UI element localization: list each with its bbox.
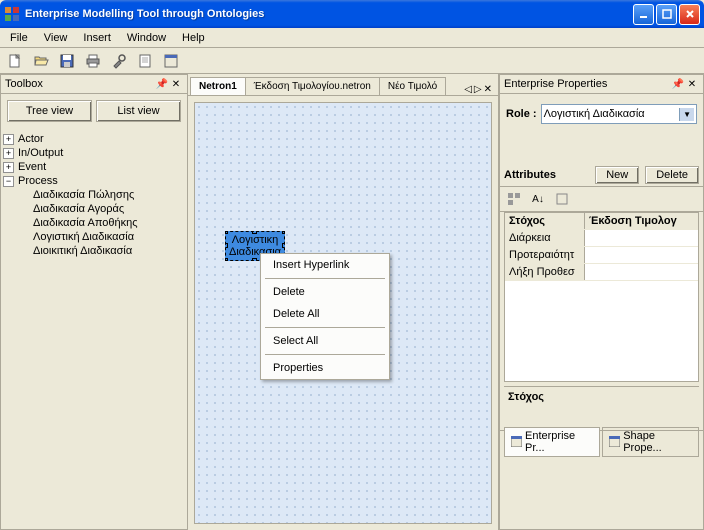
tree-node-actor[interactable]: +Actor xyxy=(3,132,185,146)
tree-child[interactable]: Λογιστική Διαδικασία xyxy=(21,230,185,244)
tab-invoice[interactable]: Έκδοση Τιμολογίου.netron xyxy=(245,77,380,95)
resize-handle[interactable] xyxy=(225,243,228,248)
document-tabs: Netron1 Έκδοση Τιμολογίου.netron Νέο Τιμ… xyxy=(188,74,498,96)
properties-title: Enterprise Properties xyxy=(504,78,671,90)
canvas-area: Netron1 Έκδοση Τιμολογίου.netron Νέο Τιμ… xyxy=(187,74,499,530)
menu-help[interactable]: Help xyxy=(174,30,213,46)
window-controls xyxy=(633,4,700,25)
tab-netron1[interactable]: Netron1 xyxy=(190,77,246,95)
resize-handle[interactable] xyxy=(282,231,285,234)
role-label: Role : xyxy=(506,108,537,120)
ctx-delete[interactable]: Delete xyxy=(261,281,389,303)
menu-view[interactable]: View xyxy=(36,30,76,46)
tab-shape-properties[interactable]: Shape Prope... xyxy=(602,427,699,457)
property-grid[interactable]: Στόχος Έκδοση Τιμολογ Διάρκεια Προτεραιό… xyxy=(504,212,699,382)
page-icon[interactable] xyxy=(134,50,156,72)
ctx-insert-hyperlink[interactable]: Insert Hyperlink xyxy=(261,254,389,276)
titlebar: Enterprise Modelling Tool through Ontolo… xyxy=(0,0,704,28)
tree-node-event[interactable]: +Event xyxy=(3,160,185,174)
toolbox-title: Toolbox xyxy=(5,78,155,90)
tab-close-icon[interactable]: ✕ xyxy=(484,84,492,95)
delete-button[interactable]: Delete xyxy=(645,166,699,184)
grid-blank xyxy=(505,281,698,381)
expander-icon[interactable]: + xyxy=(3,148,14,159)
properties-header: Enterprise Properties 📌 ✕ xyxy=(500,75,703,94)
tab-next-icon[interactable]: ▷ xyxy=(474,84,482,95)
alphabetical-icon[interactable]: A↓ xyxy=(528,190,548,208)
close-panel-icon[interactable]: ✕ xyxy=(685,77,699,91)
tree-node-process[interactable]: −Process xyxy=(3,174,185,188)
expander-icon[interactable]: + xyxy=(3,134,14,145)
expander-icon[interactable]: + xyxy=(3,162,14,173)
ctx-delete-all[interactable]: Delete All xyxy=(261,303,389,325)
tab-icon xyxy=(511,436,522,447)
prop-name[interactable]: Προτεραιότητ xyxy=(505,247,585,263)
tree-child[interactable]: Διαδικασία Αποθήκης xyxy=(21,216,185,230)
tree-child[interactable]: Διοικιτική Διαδικασία xyxy=(21,244,185,258)
properties-icon[interactable] xyxy=(552,190,572,208)
window-title: Enterprise Modelling Tool through Ontolo… xyxy=(25,8,633,20)
resize-handle[interactable] xyxy=(225,231,228,234)
prop-value[interactable] xyxy=(585,247,698,263)
tab-prev-icon[interactable]: ◁ xyxy=(464,84,472,95)
pin-icon[interactable]: 📌 xyxy=(671,77,685,91)
tree-view-button[interactable]: Tree view xyxy=(7,100,92,122)
ctx-select-all[interactable]: Select All xyxy=(261,330,389,352)
categorized-icon[interactable] xyxy=(504,190,524,208)
expander-icon[interactable]: − xyxy=(3,176,14,187)
tree-node-inoutput[interactable]: +In/Output xyxy=(3,146,185,160)
grid-header-left: Στόχος xyxy=(505,213,585,229)
new-file-icon[interactable] xyxy=(4,50,26,72)
pin-icon[interactable]: 📌 xyxy=(155,77,169,91)
save-icon[interactable] xyxy=(56,50,78,72)
print-icon[interactable] xyxy=(82,50,104,72)
minimize-button[interactable] xyxy=(633,4,654,25)
prop-value[interactable] xyxy=(585,264,698,280)
role-select[interactable]: Λογιστική Διαδικασία xyxy=(541,104,697,124)
open-file-icon[interactable] xyxy=(30,50,52,72)
close-panel-icon[interactable]: ✕ xyxy=(169,77,183,91)
menubar: File View Insert Window Help xyxy=(0,28,704,48)
tab-enterprise-properties[interactable]: Enterprise Pr... xyxy=(504,427,600,457)
toolbar xyxy=(0,48,704,74)
new-button[interactable]: New xyxy=(595,166,639,184)
tab-icon xyxy=(609,436,620,447)
tree-child[interactable]: Διαδικασία Αγοράς xyxy=(21,202,185,216)
tools-icon[interactable] xyxy=(108,50,130,72)
menu-separator xyxy=(265,327,385,328)
toolbox-header: Toolbox 📌 ✕ xyxy=(1,75,187,94)
tab-new[interactable]: Νέο Τιμολό xyxy=(379,77,446,95)
toolbox-tree: +Actor +In/Output +Event −Process Διαδικ… xyxy=(1,128,187,529)
resize-handle[interactable] xyxy=(225,258,228,261)
menu-file[interactable]: File xyxy=(2,30,36,46)
prop-name[interactable]: Διάρκεια xyxy=(505,230,585,246)
property-description-title: Στόχος xyxy=(504,386,699,426)
resize-handle[interactable] xyxy=(252,258,257,261)
close-button[interactable] xyxy=(679,4,700,25)
ctx-properties[interactable]: Properties xyxy=(261,357,389,379)
context-menu: Insert Hyperlink Delete Delete All Selec… xyxy=(260,253,390,380)
resize-handle[interactable] xyxy=(252,231,257,234)
menu-separator xyxy=(265,278,385,279)
attributes-label: Attributes xyxy=(504,169,589,181)
menu-insert[interactable]: Insert xyxy=(75,30,119,46)
property-tabs: Enterprise Pr... Shape Prope... xyxy=(500,430,703,452)
grid-header-right: Έκδοση Τιμολογ xyxy=(585,213,698,229)
properties-panel: Enterprise Properties 📌 ✕ Role : Λογιστι… xyxy=(499,74,704,530)
list-view-button[interactable]: List view xyxy=(96,100,181,122)
form-icon[interactable] xyxy=(160,50,182,72)
tree-child[interactable]: Διαδικασία Πώλησης xyxy=(21,188,185,202)
prop-value[interactable] xyxy=(585,230,698,246)
maximize-button[interactable] xyxy=(656,4,677,25)
menu-window[interactable]: Window xyxy=(119,30,174,46)
design-canvas[interactable]: Λογιστικη Διαδικασια Insert Hyperlink De… xyxy=(194,102,492,524)
toolbox-panel: Toolbox 📌 ✕ Tree view List view +Actor +… xyxy=(0,74,187,530)
prop-name[interactable]: Λήξη Προθεσ xyxy=(505,264,585,280)
resize-handle[interactable] xyxy=(282,243,285,248)
app-icon xyxy=(4,6,20,22)
menu-separator xyxy=(265,354,385,355)
